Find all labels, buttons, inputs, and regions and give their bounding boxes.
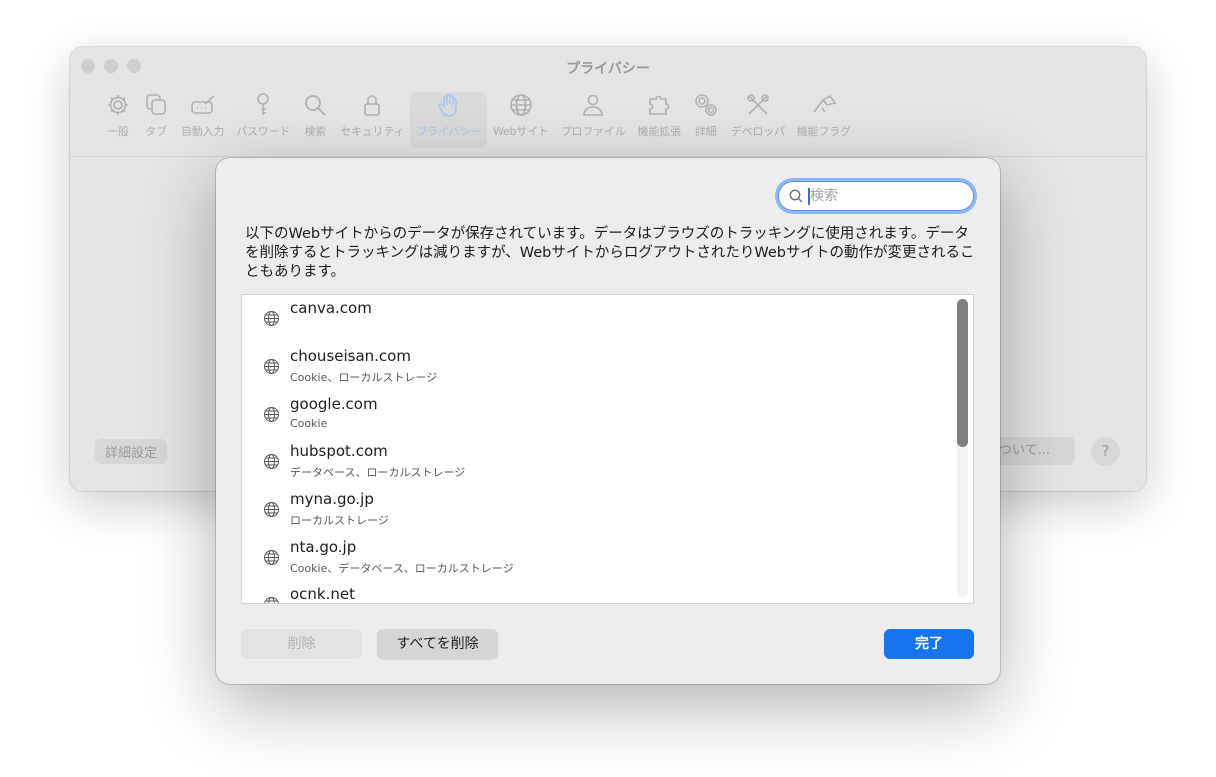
about-button[interactable]: ついて... <box>995 437 1075 465</box>
puzzle-icon <box>649 95 670 115</box>
site-data-types: Cookie、ローカルストレージ <box>290 371 438 384</box>
tab-websites[interactable]: Webサイト <box>487 92 555 148</box>
globe-icon <box>264 407 279 422</box>
tab-autofill[interactable]: 自動入力 <box>175 92 230 148</box>
hand-icon <box>437 93 457 117</box>
globe-icon <box>264 550 279 565</box>
toolbar-divider <box>70 156 1146 157</box>
tab-security[interactable]: セキュリティ <box>334 92 410 148</box>
person-icon <box>583 94 603 116</box>
website-list[interactable]: canva.com chouseisan.com Cookie、ローカルストレー… <box>241 294 974 604</box>
site-data-types: データベース、ローカルストレージ <box>290 466 466 479</box>
list-item[interactable]: myna.go.jp ローカルストレージ <box>242 486 942 534</box>
list-item[interactable]: ocnk.net <box>242 581 942 603</box>
tab-advanced[interactable]: 詳細 <box>687 92 725 148</box>
site-domain: ocnk.net <box>290 585 356 603</box>
site-domain: google.com <box>290 395 378 413</box>
pencil-icon <box>190 95 215 114</box>
scrollbar-thumb[interactable] <box>957 299 968 447</box>
preferences-toolbar: 一般 タブ 自動入力 パスワード 検索 セキュリティ プライバシー Webサイト… <box>99 92 857 148</box>
tab-websites-label: Webサイト <box>492 125 549 138</box>
tab-passwords-label: パスワード <box>236 125 291 138</box>
tab-tabs-label: タブ <box>145 125 167 138</box>
list-item[interactable]: nta.go.jp Cookie、データベース、ローカルストレージ <box>242 534 942 582</box>
site-data-types: ローカルストレージ <box>290 514 389 527</box>
site-domain: chouseisan.com <box>290 347 411 365</box>
tab-passwords[interactable]: パスワード <box>230 92 296 148</box>
search-icon <box>789 189 803 203</box>
site-domain: canva.com <box>290 299 372 317</box>
tab-profiles-label: プロファイル <box>560 125 626 138</box>
globe-icon <box>264 597 279 603</box>
list-item[interactable]: google.com Cookie <box>242 391 942 439</box>
list-item[interactable]: chouseisan.com Cookie、ローカルストレージ <box>242 343 942 391</box>
tab-extensions[interactable]: 機能拡張 <box>632 92 687 148</box>
tab-tabs[interactable]: タブ <box>137 92 175 148</box>
globe-icon <box>264 454 279 469</box>
help-button[interactable]: ? <box>1091 437 1120 466</box>
tab-privacy-label: プライバシー <box>416 125 481 138</box>
window-title: プライバシー <box>566 61 650 77</box>
globe-icon <box>264 359 279 374</box>
site-domain: hubspot.com <box>290 442 388 460</box>
tabs-icon <box>146 94 166 115</box>
site-data-types: Cookie、データベース、ローカルストレージ <box>290 562 514 575</box>
tab-profiles[interactable]: プロファイル <box>555 92 632 148</box>
tab-privacy[interactable]: プライバシー <box>410 92 487 148</box>
tools-icon <box>746 94 769 115</box>
list-item[interactable]: canva.com <box>242 295 942 343</box>
search-field[interactable] <box>778 181 974 211</box>
tab-general[interactable]: 一般 <box>99 92 137 148</box>
gears-icon <box>695 94 717 116</box>
site-domain: myna.go.jp <box>290 490 374 508</box>
gear-icon <box>108 95 128 115</box>
tab-feature-flags[interactable]: 機能フラグ <box>791 92 857 148</box>
key-icon <box>257 93 270 115</box>
tab-general-label: 一般 <box>107 125 129 138</box>
description-text: 以下のWebサイトからのデータが保存されています。データはブラウズのトラッキング… <box>245 226 975 280</box>
tab-autofill-label: 自動入力 <box>181 125 225 138</box>
advanced-settings-button[interactable]: 詳細設定 <box>95 439 168 464</box>
search-icon <box>305 95 326 116</box>
list-item[interactable]: hubspot.com データベース、ローカルストレージ <box>242 438 942 486</box>
search-input[interactable] <box>810 184 960 208</box>
tab-search[interactable]: 検索 <box>296 92 334 148</box>
site-data-types: Cookie <box>290 417 328 430</box>
site-domain: nta.go.jp <box>290 538 357 556</box>
tab-feature-flags-label: 機能フラグ <box>796 125 851 138</box>
tab-search-label: 検索 <box>304 125 326 138</box>
website-data-sheet: 以下のWebサイトからのデータが保存されています。データはブラウズのトラッキング… <box>216 158 1000 684</box>
globe-icon <box>510 94 532 116</box>
tab-extensions-label: 機能拡張 <box>637 125 681 138</box>
lock-icon <box>364 95 381 116</box>
tab-developer-label: デベロッパ <box>730 125 785 138</box>
done-button[interactable]: 完了 <box>884 629 974 659</box>
delete-button[interactable]: 削除 <box>241 629 362 659</box>
delete-all-button[interactable]: すべてを削除 <box>377 629 498 659</box>
globe-icon <box>264 502 279 517</box>
tab-security-label: セキュリティ <box>340 125 405 138</box>
tab-developer[interactable]: デベロッパ <box>725 92 791 148</box>
flags-icon <box>813 94 837 113</box>
globe-icon <box>264 311 279 326</box>
tab-advanced-label: 詳細 <box>694 125 717 138</box>
